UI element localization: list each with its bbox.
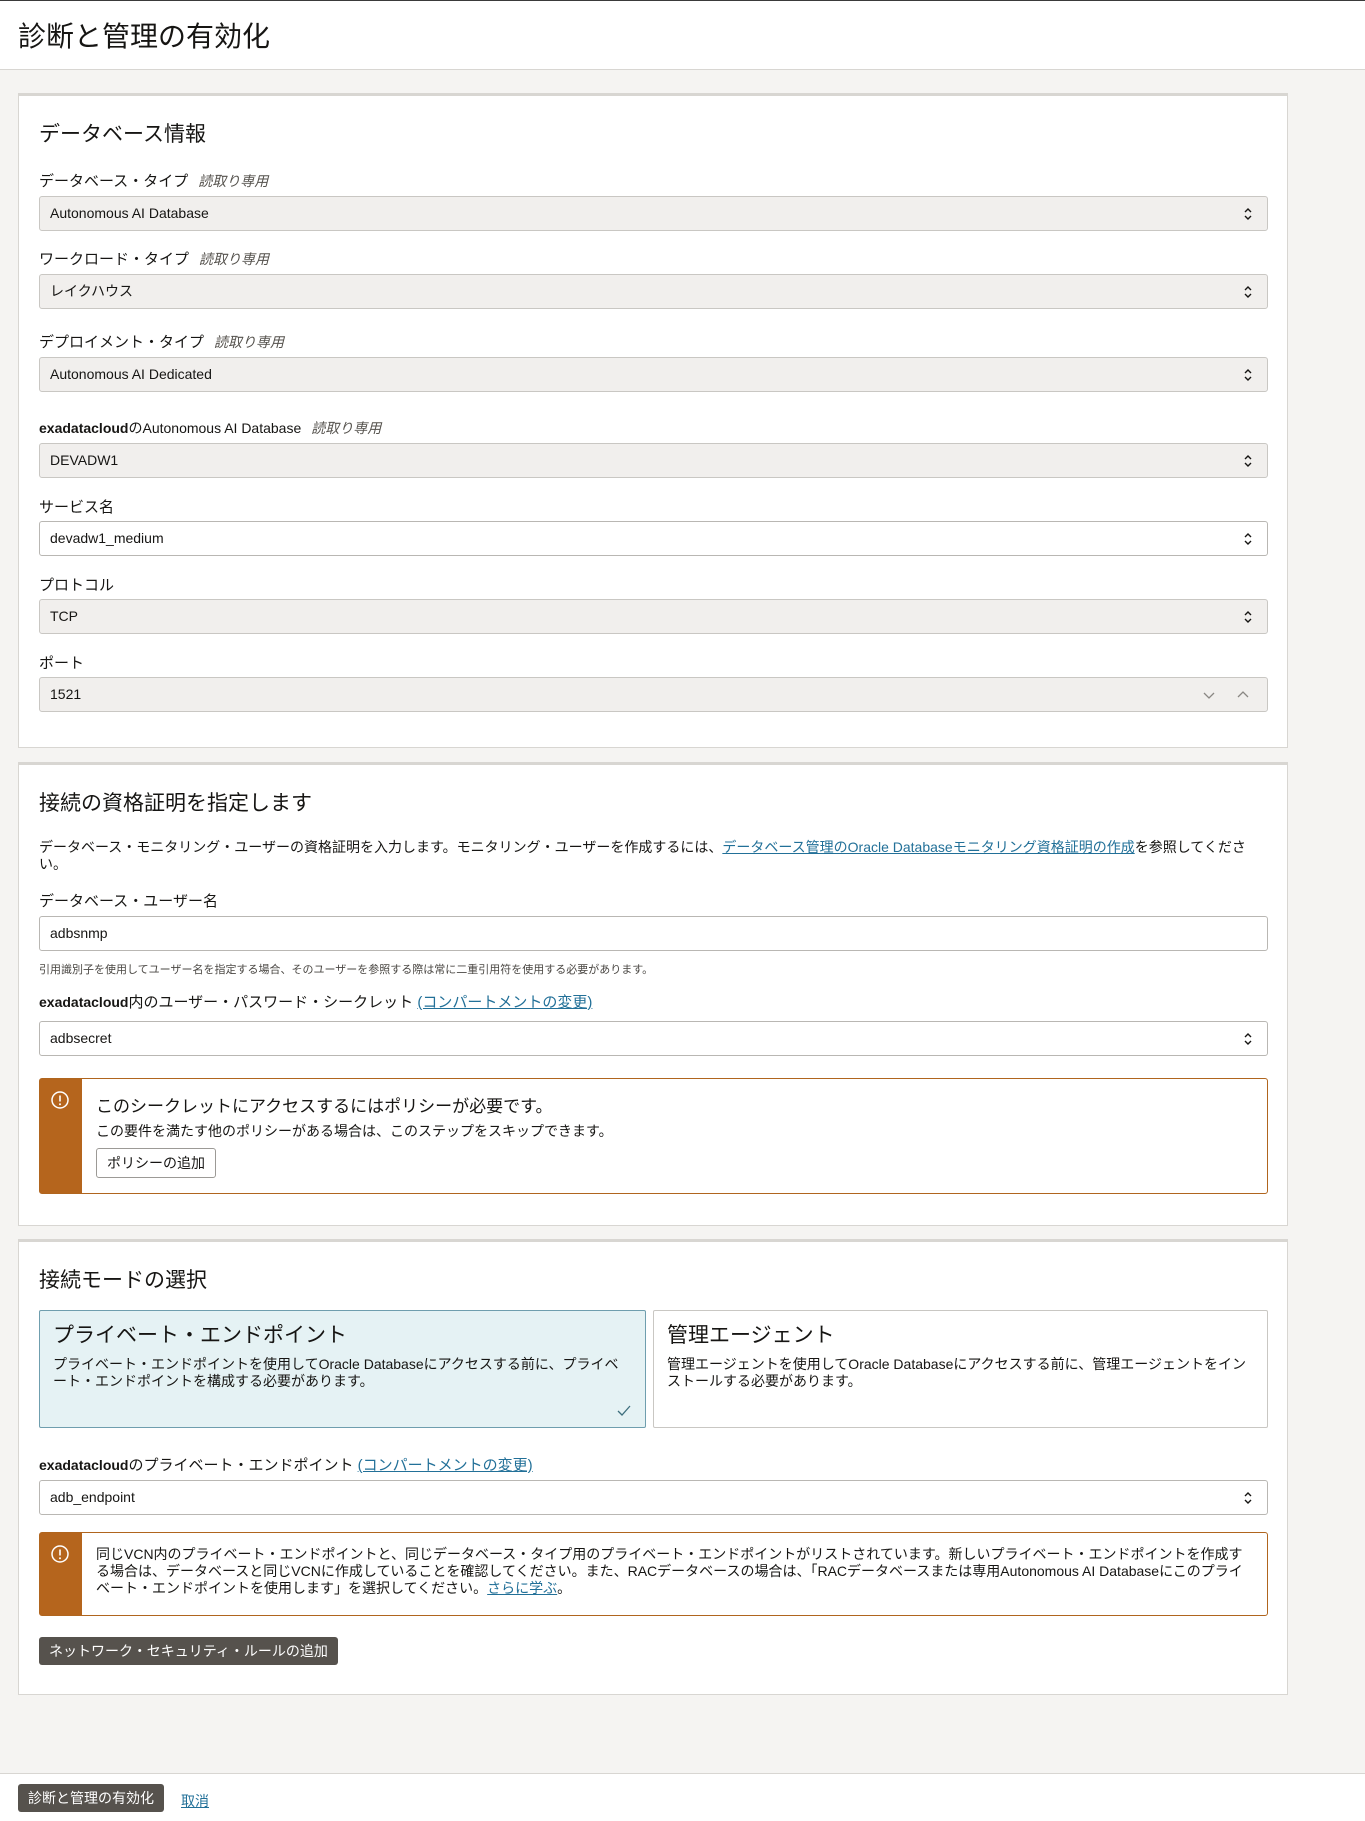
service-name-select[interactable]: devadw1_medium (39, 521, 1268, 556)
protocol-label: プロトコル (39, 577, 115, 594)
info-text: 同じVCN内のプライベート・エンドポイントと、同じデータベース・タイプ用のプライ… (96, 1546, 1243, 1596)
warning-icon (51, 1091, 69, 1109)
select-value: adb_endpoint (50, 1489, 135, 1505)
decrement-icon[interactable] (1203, 690, 1215, 700)
select-value: adbsecret (50, 1030, 112, 1046)
label-text: 内のユーザー・パスワード・シークレット (128, 994, 414, 1011)
label-text: データベース・タイプ (39, 173, 189, 190)
warning-title: このシークレットにアクセスするにはポリシーが必要です。 (96, 1097, 553, 1116)
protocol-select[interactable]: TCP (39, 599, 1268, 634)
enable-button[interactable]: 診断と管理の有効化 (18, 1784, 164, 1812)
credentials-panel: 接続の資格証明を指定します データベース・モニタリング・ユーザーの資格証明を入力… (18, 762, 1288, 1226)
info-text-end: 。 (557, 1580, 572, 1596)
warning-bar (40, 1079, 82, 1193)
endpoint-label: exadatacloudのプライベート・エンドポイント (コンパートメントの変更… (39, 1454, 533, 1475)
endpoint-select[interactable]: adb_endpoint (39, 1480, 1268, 1515)
secret-select[interactable]: adbsecret (39, 1021, 1268, 1056)
warning-text: この要件を満たす他のポリシーがある場合は、このステップをスキップできます。 (96, 1123, 613, 1139)
select-value: devadw1_medium (50, 530, 164, 546)
port-label: ポート (39, 655, 85, 672)
updown-icon (1244, 369, 1252, 381)
compartment-name: exadatacloud (39, 994, 129, 1010)
username-help: 引用識別子を使用してユーザー名を指定する場合、そのユーザーを参照する際は常に二重… (39, 964, 654, 976)
readonly-tag: 読取り専用 (311, 420, 382, 436)
username-label: データベース・ユーザー名 (39, 893, 218, 910)
add-policy-wrap: ポリシーの追加 (96, 1148, 216, 1178)
endpoint-info: 同じVCN内のプライベート・エンドポイントと、同じデータベース・タイプ用のプライ… (39, 1532, 1268, 1616)
service-name-label: サービス名 (39, 499, 115, 516)
page-header: 診断と管理の有効化 (0, 0, 1365, 70)
updown-icon (1244, 611, 1252, 623)
label-text: のプライベート・エンドポイント (128, 1457, 354, 1474)
increment-icon[interactable] (1237, 690, 1249, 700)
policy-warning: このシークレットにアクセスするにはポリシーが必要です。 この要件を満たす他のポリ… (39, 1078, 1268, 1194)
desc-text: データベース・モニタリング・ユーザーの資格証明を入力します。モニタリング・ユーザ… (39, 839, 723, 855)
workload-type-label: ワークロード・タイプ 読取り専用 (39, 248, 269, 269)
panel-title: データベース情報 (39, 123, 206, 146)
management-agent-card[interactable]: 管理エージェント 管理エージェントを使用してOracle Databaseにアク… (653, 1310, 1268, 1428)
warning-bar (40, 1533, 82, 1615)
db-type-label: データベース・タイプ 読取り専用 (39, 170, 268, 191)
adb-label: exadatacloudのAutonomous AI Database 読取り専用 (39, 418, 381, 438)
change-compartment-link[interactable]: (コンパートメントの変更) (417, 994, 592, 1011)
connection-mode-panel: 接続モードの選択 プライベート・エンドポイント プライベート・エンドポイントを使… (18, 1239, 1288, 1695)
page-title: 診断と管理の有効化 (18, 21, 271, 52)
change-compartment-link[interactable]: (コンパートメントの変更) (358, 1457, 533, 1474)
input-value: adbsnmp (50, 925, 108, 941)
info-text-block: 同じVCN内のプライベート・エンドポイントと、同じデータベース・タイプ用のプライ… (96, 1546, 1249, 1597)
db-type-select[interactable]: Autonomous AI Database (39, 196, 1268, 231)
add-network-rules-button[interactable]: ネットワーク・セキュリティ・ルールの追加 (39, 1637, 338, 1665)
select-value: Autonomous AI Database (50, 205, 209, 221)
label-text: デプロイメント・タイプ (39, 334, 205, 351)
readonly-tag: 読取り専用 (199, 251, 270, 267)
updown-icon (1244, 1492, 1252, 1504)
workload-type-select[interactable]: レイクハウス (39, 274, 1268, 309)
monitoring-credentials-link[interactable]: データベース管理のOracle Databaseモニタリング資格証明の作成 (722, 839, 1134, 855)
compartment-name: exadatacloud (39, 1457, 129, 1473)
deployment-type-label: デプロイメント・タイプ 読取り専用 (39, 331, 284, 352)
readonly-tag: 読取り専用 (198, 173, 269, 189)
input-value: 1521 (50, 686, 82, 702)
updown-icon (1244, 533, 1252, 545)
card-title: 管理エージェント (667, 1324, 835, 1347)
card-description: 管理エージェントを使用してOracle Databaseにアクセスする前に、管理… (667, 1356, 1246, 1389)
port-input[interactable]: 1521 (39, 677, 1268, 712)
page-footer: 診断と管理の有効化 取消 (0, 1773, 1365, 1821)
deployment-type-select[interactable]: Autonomous AI Dedicated (39, 357, 1268, 392)
updown-icon (1244, 455, 1252, 467)
updown-icon (1244, 1033, 1252, 1045)
readonly-tag: 読取り専用 (214, 334, 285, 350)
select-value: レイクハウス (50, 283, 134, 299)
adb-select[interactable]: DEVADW1 (39, 443, 1268, 478)
credentials-description: データベース・モニタリング・ユーザーの資格証明を入力します。モニタリング・ユーザ… (39, 839, 1264, 873)
secret-label: exadatacloud内のユーザー・パスワード・シークレット (コンパートメン… (39, 991, 592, 1012)
private-endpoint-card[interactable]: プライベート・エンドポイント プライベート・エンドポイントを使用してOracle… (39, 1310, 646, 1428)
label-text: ワークロード・タイプ (39, 251, 190, 268)
add-policy-button[interactable]: ポリシーの追加 (96, 1148, 216, 1178)
panel-title: 接続モードの選択 (39, 1269, 207, 1292)
database-info-panel: データベース情報 データベース・タイプ 読取り専用 Autonomous AI D… (18, 93, 1288, 748)
warning-icon (51, 1545, 69, 1563)
cancel-link[interactable]: 取消 (181, 1791, 209, 1811)
card-title: プライベート・エンドポイント (53, 1324, 347, 1347)
learn-more-link[interactable]: さらに学ぶ (487, 1580, 557, 1596)
updown-icon (1244, 286, 1252, 298)
compartment-name: exadatacloud (39, 420, 129, 436)
updown-icon (1244, 208, 1252, 220)
username-input[interactable]: adbsnmp (39, 916, 1268, 951)
select-value: DEVADW1 (50, 452, 119, 468)
check-icon (617, 1405, 631, 1416)
select-value: TCP (50, 608, 78, 624)
panel-title: 接続の資格証明を指定します (39, 792, 312, 815)
card-description: プライベート・エンドポイントを使用してOracle Databaseにアクセスす… (53, 1356, 619, 1389)
label-text: のAutonomous AI Database (128, 420, 302, 436)
select-value: Autonomous AI Dedicated (50, 366, 212, 382)
